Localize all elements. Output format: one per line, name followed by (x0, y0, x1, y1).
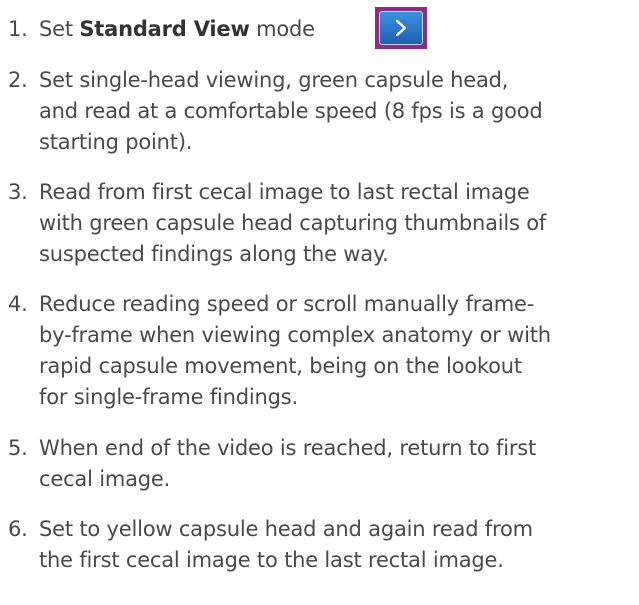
step-line: by-frame when viewing complex anatomy or… (39, 323, 551, 347)
step-line: the first cecal image to the last rectal… (39, 548, 504, 572)
step-text: Set single-head viewing, green capsule h… (39, 65, 637, 158)
step-text-post: mode (249, 17, 315, 41)
step-number: 3. (8, 180, 28, 204)
step-number: 4. (8, 292, 28, 316)
step-line: rapid capsule movement, being on the loo… (39, 354, 522, 378)
step-text: Set Standard View mode (39, 14, 637, 45)
step-line: for single-frame findings. (39, 385, 299, 409)
step-line: Set single-head viewing, green capsule h… (39, 68, 509, 92)
step-line: suspected findings along the way. (39, 242, 389, 266)
step-line: Reduce reading speed or scroll manually … (39, 292, 535, 316)
step-line: Read from first cecal image to last rect… (39, 180, 530, 204)
step-number: 2. (8, 68, 28, 92)
standard-view-label: Standard View (79, 17, 250, 41)
step-line: starting point). (39, 130, 193, 154)
step-number: 5. (8, 436, 28, 460)
step-line: When end of the video is reached, return… (39, 436, 537, 460)
standard-view-button[interactable] (375, 7, 427, 49)
step-text: Read from first cecal image to last rect… (39, 177, 637, 270)
step-number: 1. (8, 17, 28, 41)
step-line: and read at a comfortable speed (8 fps i… (39, 99, 543, 123)
step-text: Reduce reading speed or scroll manually … (39, 289, 637, 413)
chevron-right-icon (395, 19, 407, 37)
step-text: Set to yellow capsule head and again rea… (39, 514, 637, 576)
step-line: with green capsule head capturing thumbn… (39, 211, 547, 235)
step-line: cecal image. (39, 467, 171, 491)
standard-view-button-face[interactable] (379, 11, 423, 45)
step-line: Set to yellow capsule head and again rea… (39, 517, 533, 541)
step-text: When end of the video is reached, return… (39, 433, 637, 495)
step-number: 6. (8, 517, 28, 541)
step-text-pre: Set (39, 17, 80, 41)
